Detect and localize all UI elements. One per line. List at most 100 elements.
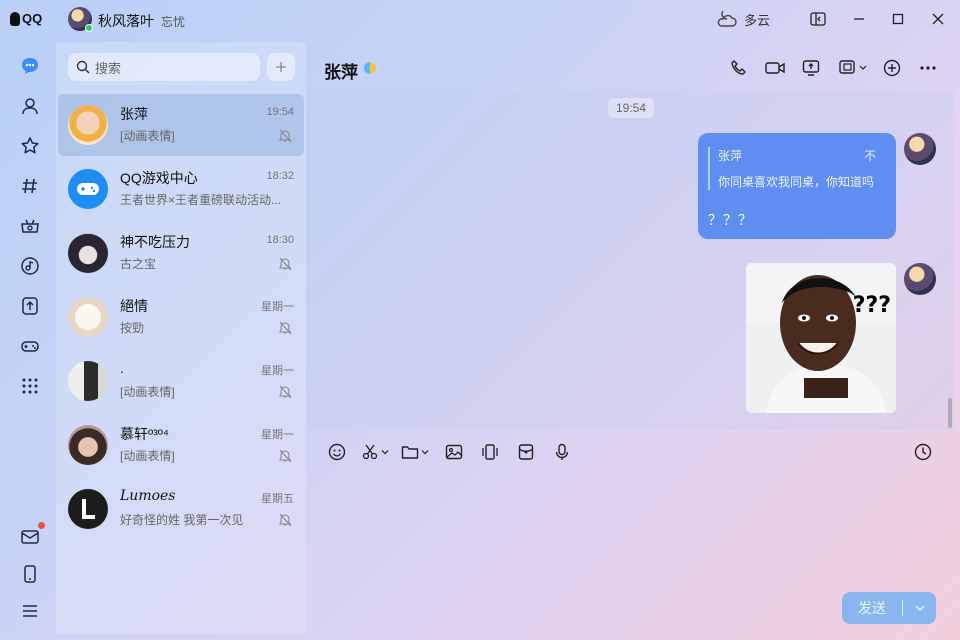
close-icon[interactable] [929, 10, 947, 28]
remote-assist-icon[interactable] [836, 57, 870, 79]
red-packet-icon[interactable] [517, 442, 535, 462]
favorites-icon[interactable] [18, 134, 42, 158]
conversation-preview: 按勁 [120, 321, 145, 335]
time-divider: 19:54 [608, 98, 655, 118]
mute-bell-icon [278, 257, 292, 271]
conversation-name: . [120, 360, 124, 376]
chat-panel: 张萍 19:54 张萍 不 你同桌喜欢我同桌，你知道吗 ？？？ ??? 发送 [306, 42, 954, 634]
chevron-down-icon[interactable] [421, 448, 429, 456]
gamepad-icon [77, 183, 99, 195]
avatar [68, 489, 108, 529]
weather-widget[interactable]: 多云 [716, 9, 770, 29]
cloud-moon-icon [717, 10, 737, 27]
sender-avatar[interactable] [904, 263, 936, 295]
penguin-icon [10, 11, 20, 26]
meme-caption: ??? [852, 293, 891, 318]
conversation-item[interactable]: Lumoes 好奇怪的姓 我第一次见 星期五 [58, 478, 304, 540]
letter-l-logo [82, 499, 95, 519]
mute-bell-icon [278, 385, 292, 399]
meme-face-image [746, 263, 896, 413]
sidebar-toggle-icon[interactable] [809, 10, 827, 28]
music-icon[interactable] [18, 254, 42, 278]
quote-mark: 不 [863, 149, 876, 163]
online-status-icon [85, 24, 93, 32]
avatar [68, 425, 108, 465]
avatar [68, 233, 108, 273]
conversation-time: 18:30 [266, 234, 294, 246]
scrollbar[interactable] [948, 398, 952, 428]
conversation-item[interactable]: QQ游戏中心 王者世界×王者重磅联动活动... 18:32 [58, 158, 304, 220]
conversation-name: Lumoes [120, 488, 176, 504]
profile-signature[interactable]: 忘忧 [161, 13, 185, 30]
channel-icon[interactable] [18, 174, 42, 198]
quoted-message[interactable]: 张萍 不 你同桌喜欢我同桌，你知道吗 [708, 147, 876, 190]
conversation-name: 慕轩º³º⁴ [120, 426, 169, 442]
conversation-item[interactable]: . [动画表情] 星期一 [58, 350, 304, 412]
conversation-item[interactable]: 絕情 按勁 星期一 [58, 286, 304, 348]
unread-badge [38, 522, 45, 529]
title-bar: QQ 秋风落叶 忘忧 多云 [0, 0, 960, 38]
more-options-icon[interactable] [917, 57, 939, 79]
conversation-time: 19:54 [266, 106, 294, 118]
folder-icon[interactable] [401, 442, 429, 462]
search-input[interactable]: 搜索 [68, 53, 260, 81]
mute-bell-icon [278, 513, 292, 527]
chat-title[interactable]: 张萍 [324, 58, 358, 83]
minimize-icon[interactable] [850, 10, 868, 28]
screenshot-icon[interactable] [361, 442, 389, 462]
image-icon[interactable] [445, 442, 463, 462]
screen-share-icon[interactable] [800, 57, 822, 79]
more-apps-icon[interactable] [18, 374, 42, 398]
conversation-preview: 古之宝 [120, 257, 157, 271]
conversation-item[interactable]: 神不吃压力 古之宝 18:30 [58, 222, 304, 284]
message-icon[interactable] [18, 54, 42, 78]
contacts-icon[interactable] [18, 94, 42, 118]
send-options-chevron-icon[interactable] [903, 604, 936, 612]
sender-avatar[interactable] [904, 133, 936, 165]
weather-text: 多云 [744, 12, 771, 28]
mute-bell-icon [278, 129, 292, 143]
conversation-time: 星期五 [261, 493, 294, 505]
menu-icon[interactable] [18, 599, 42, 623]
microphone-icon[interactable] [553, 442, 571, 462]
video-call-icon[interactable] [764, 57, 786, 79]
maximize-icon[interactable] [889, 10, 907, 28]
emoji-icon[interactable] [328, 442, 346, 462]
game-center-avatar [68, 169, 108, 209]
conversation-time: 18:32 [266, 170, 294, 182]
conversation-preview: 王者世界×王者重磅联动活动... [120, 193, 282, 207]
upload-icon[interactable] [18, 294, 42, 318]
mute-bell-icon [278, 449, 292, 463]
input-toolbar [306, 430, 954, 474]
history-clock-icon[interactable] [914, 442, 932, 462]
add-button[interactable] [267, 53, 295, 81]
conversation-item[interactable]: 慕轩º³º⁴ [动画表情] 星期一 [58, 414, 304, 476]
voice-call-icon[interactable] [728, 57, 750, 79]
gamepad-icon[interactable] [18, 334, 42, 358]
phone-icon[interactable] [18, 562, 42, 586]
quote-text: 你同桌喜欢我同桌，你知道吗 [718, 175, 875, 189]
sticker-image[interactable]: ??? [746, 263, 896, 413]
avatar [68, 297, 108, 337]
conversation-name: 神不吃压力 [120, 234, 190, 250]
search-icon [76, 60, 90, 74]
send-button[interactable]: 发送 [842, 592, 936, 624]
message-area[interactable]: 19:54 张萍 不 你同桌喜欢我同桌，你知道吗 ？？？ ??? [306, 90, 954, 430]
level-badge-icon [364, 62, 376, 74]
games-icon[interactable] [18, 214, 42, 238]
conversation-name: 絕情 [120, 298, 148, 314]
add-member-icon[interactable] [881, 57, 903, 79]
conversation-preview: [动画表情] [120, 129, 175, 143]
shake-icon[interactable] [481, 442, 499, 462]
message-bubble[interactable]: 张萍 不 你同桌喜欢我同桌，你知道吗 ？？？ [698, 133, 896, 239]
conversation-item[interactable]: 张萍 [动画表情] 19:54 [58, 94, 304, 156]
search-placeholder: 搜索 [95, 60, 122, 76]
conversation-list: 搜索 张萍 [动画表情] 19:54 QQ游戏中心 王者世界×王者重磅联动活动.… [56, 42, 306, 634]
chevron-down-icon[interactable] [381, 448, 389, 456]
profile-name[interactable]: 秋风落叶 [98, 11, 154, 31]
mail-icon[interactable] [18, 525, 42, 549]
message-input[interactable] [306, 474, 954, 594]
quote-sender: 张萍 [718, 149, 743, 163]
qq-logo: QQ [10, 11, 42, 26]
avatar [68, 105, 108, 145]
